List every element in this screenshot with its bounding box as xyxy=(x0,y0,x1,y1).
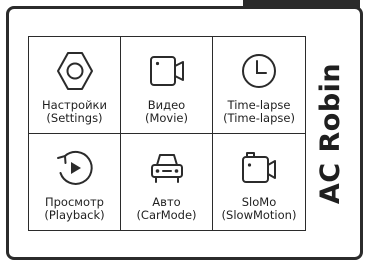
menu-tile-slowmotion[interactable]: SloMo (SlowMotion) xyxy=(213,134,305,231)
menu-tile-sublabel: (SlowMotion) xyxy=(221,207,297,222)
menu-tile-carmode[interactable]: Авто (CarMode) xyxy=(121,133,213,230)
menu-tile-playback[interactable]: Просмотр (Playback) xyxy=(29,133,121,230)
settings-gear-icon xyxy=(53,49,97,93)
video-camera-icon xyxy=(145,49,189,93)
menu-tile-label: Просмотр xyxy=(44,194,104,209)
menu-tile-label: SloMo xyxy=(241,194,277,209)
menu-tile-label: Авто xyxy=(152,194,181,209)
brand-name: AC Robin xyxy=(315,62,347,205)
screen: Настройки (Settings) Видео (Movie) Time-… xyxy=(0,0,371,268)
menu-tile-timelapse[interactable]: Time-lapse (Time-lapse) xyxy=(213,37,305,134)
menu-tile-sublabel: (CarMode) xyxy=(136,207,197,222)
brand-logo: AC Robin xyxy=(312,36,350,231)
menu-tile-sublabel: (Settings) xyxy=(46,111,103,125)
main-menu-grid: Настройки (Settings) Видео (Movie) Time-… xyxy=(28,36,306,231)
menu-tile-movie[interactable]: Видео (Movie) xyxy=(121,37,213,134)
playback-icon xyxy=(53,146,97,190)
clock-icon xyxy=(237,49,281,93)
menu-tile-sublabel: (Playback) xyxy=(44,207,105,222)
menu-tile-sublabel: (Movie) xyxy=(144,111,188,125)
slowmo-camera-icon xyxy=(237,146,281,190)
menu-tile-settings[interactable]: Настройки (Settings) xyxy=(29,37,121,134)
car-icon xyxy=(145,146,189,190)
menu-tile-sublabel: (Time-lapse) xyxy=(223,111,295,125)
